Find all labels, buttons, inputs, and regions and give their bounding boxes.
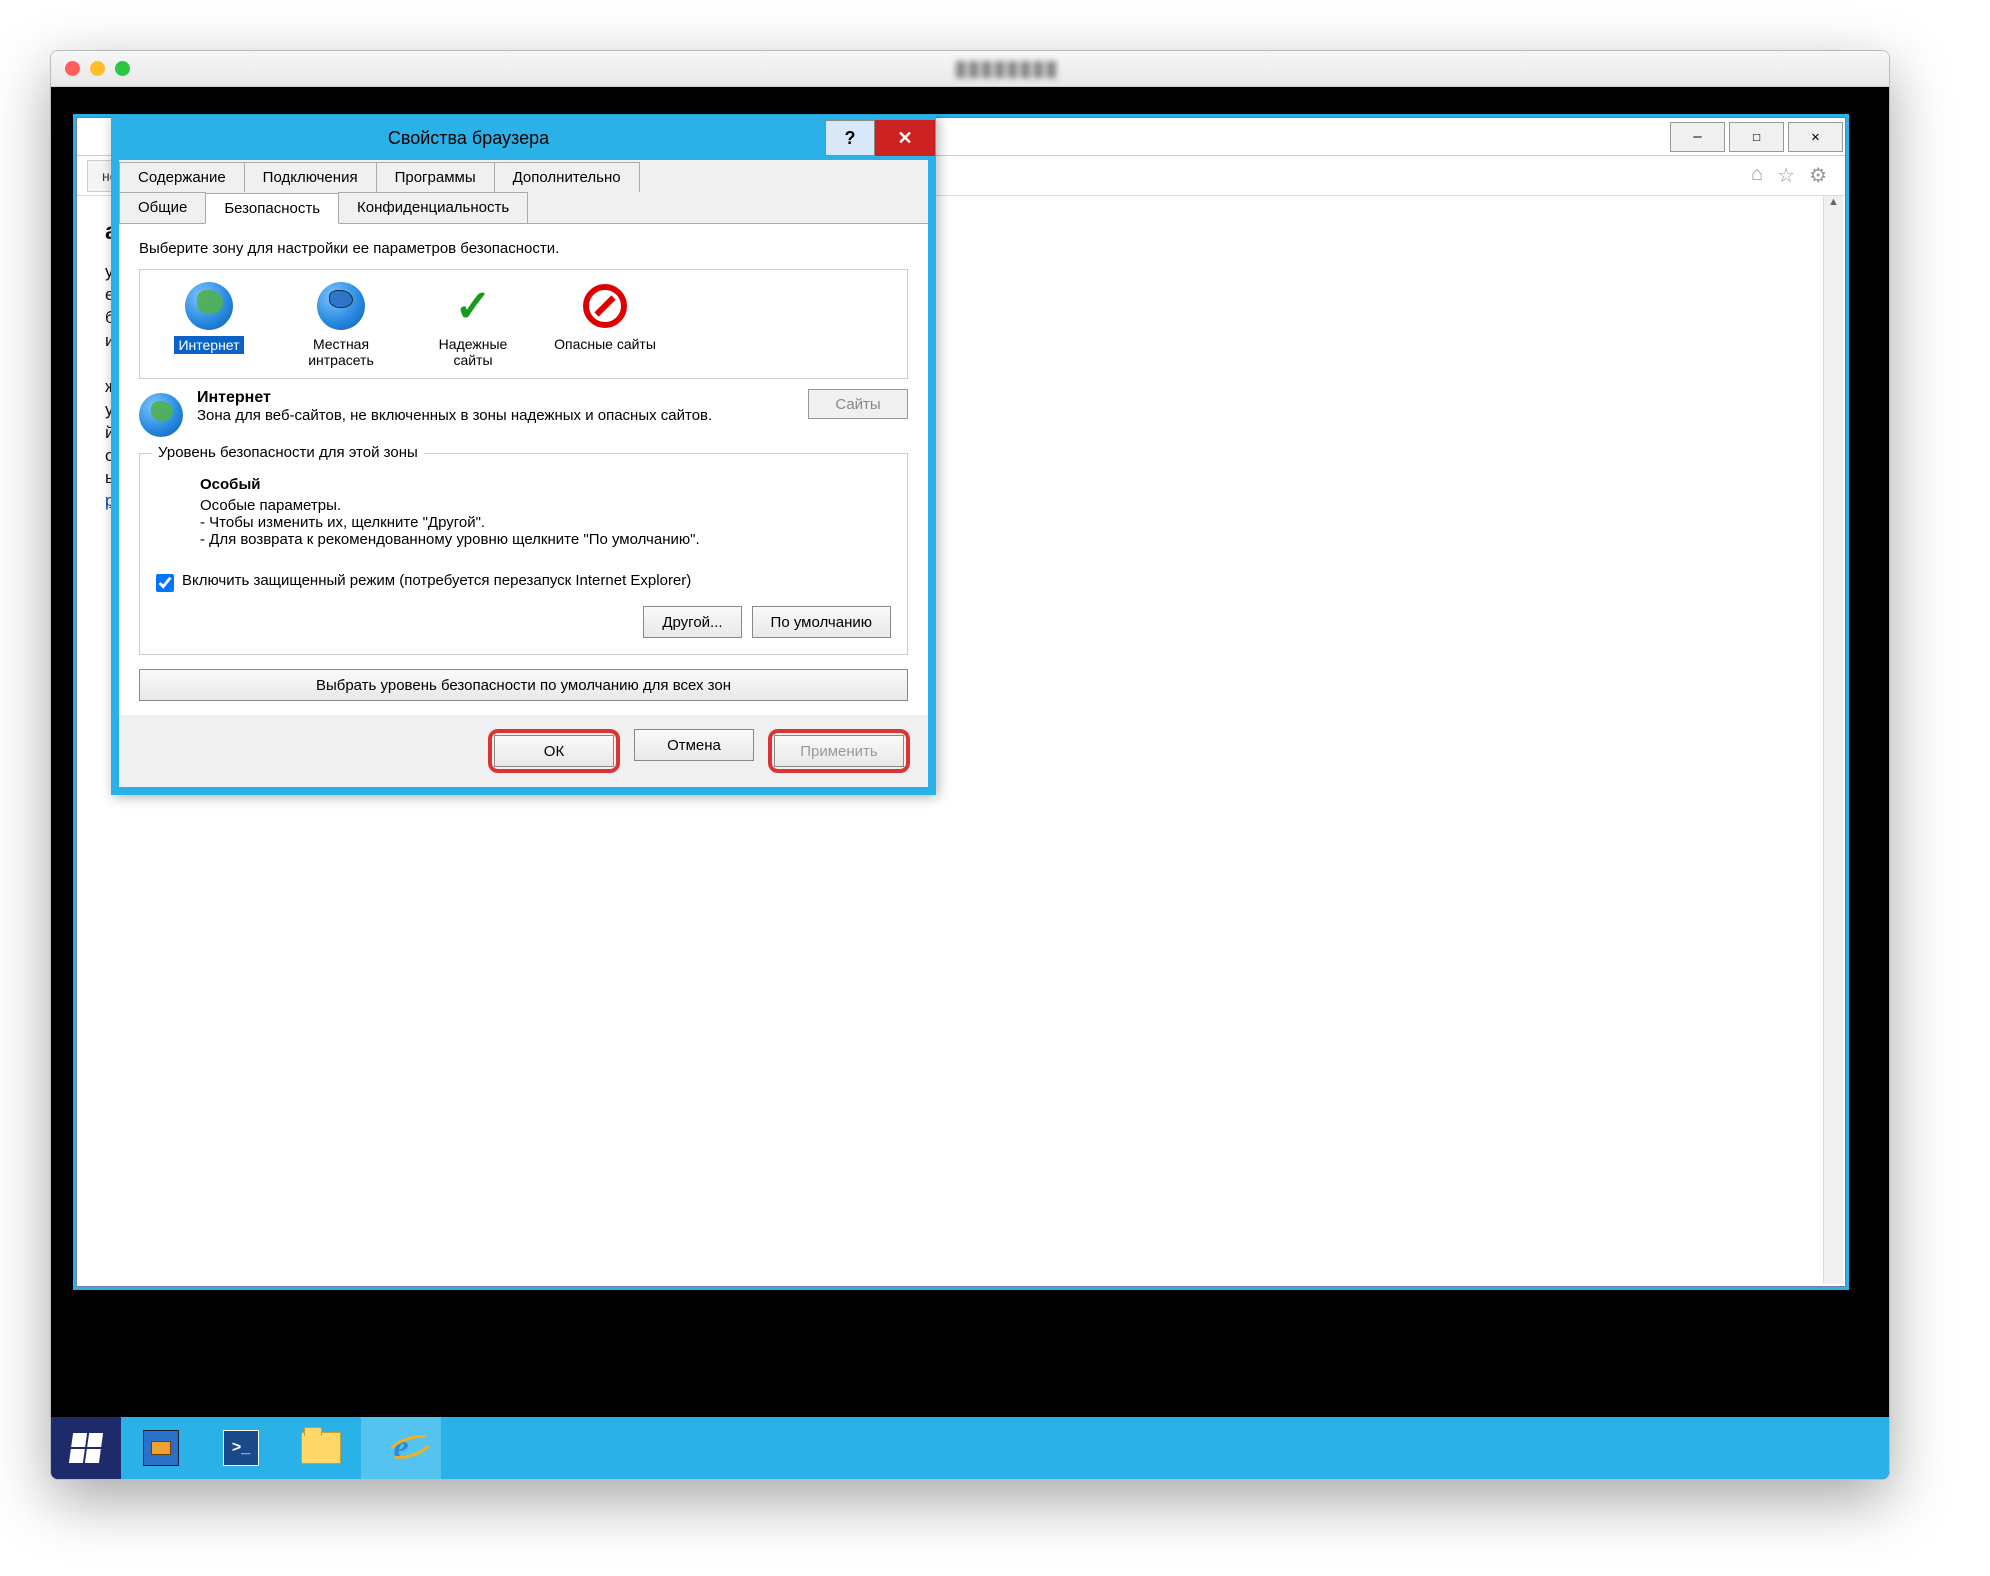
tab-security[interactable]: Безопасность xyxy=(205,193,339,224)
dialog-tabstrip: Содержание Подключения Программы Дополни… xyxy=(119,160,928,224)
favorites-icon[interactable]: ☆ xyxy=(1777,163,1795,188)
folder-icon xyxy=(301,1432,341,1464)
ok-button[interactable]: ОК xyxy=(494,735,614,767)
mac-close-icon[interactable] xyxy=(65,61,80,76)
zone-internet[interactable]: Интернет xyxy=(154,280,264,368)
mac-minimize-icon[interactable] xyxy=(90,61,105,76)
security-level-block: Особый Особые параметры. - Чтобы изменит… xyxy=(156,468,891,562)
home-icon[interactable]: ⌂ xyxy=(1751,163,1763,188)
reset-all-zones-button[interactable]: Выбрать уровень безопасности по умолчани… xyxy=(139,669,908,701)
taskbar-server-manager[interactable] xyxy=(121,1417,201,1479)
dialog-title: Свойства браузера xyxy=(112,128,825,149)
fieldset-legend: Уровень безопасности для этой зоны xyxy=(152,444,424,461)
zone-intranet[interactable]: Местная интрасеть xyxy=(286,280,396,368)
ie-icon: e xyxy=(393,1429,408,1467)
dialog-footer: ОК Отмена Применить xyxy=(119,715,928,787)
mac-titlebar: ████████ xyxy=(51,51,1889,87)
ie-close-button[interactable]: ✕ xyxy=(1788,122,1843,152)
start-button[interactable] xyxy=(51,1417,121,1479)
taskbar-explorer[interactable] xyxy=(281,1417,361,1479)
dialog-titlebar[interactable]: Свойства браузера ? ✕ xyxy=(112,116,935,160)
globe-icon xyxy=(185,282,233,330)
zone-label: Местная интрасеть xyxy=(308,336,374,368)
remote-desktop: — ☐ ✕ ной... × ⌂ ☆ ⚙ асности Internet Ex… xyxy=(51,87,1889,1479)
powershell-icon: >_ xyxy=(223,1430,259,1466)
taskbar-ie[interactable]: e xyxy=(361,1417,441,1479)
gear-icon[interactable]: ⚙ xyxy=(1809,163,1827,188)
tab-general[interactable]: Общие xyxy=(119,192,206,223)
ie-tools: ⌂ ☆ ⚙ xyxy=(1751,163,1835,188)
protected-mode-label: Включить защищенный режим (потребуется п… xyxy=(182,572,691,589)
zone-label: Интернет xyxy=(174,336,243,354)
intranet-icon xyxy=(317,282,365,330)
noentry-icon xyxy=(583,284,627,328)
zone-desc-text: Зона для веб-сайтов, не включенных в зон… xyxy=(197,407,794,424)
zone-trusted[interactable]: ✓ Надежные сайты xyxy=(418,280,528,368)
zone-desc-title: Интернет xyxy=(197,389,271,406)
zone-description: Интернет Зона для веб-сайтов, не включен… xyxy=(139,389,908,437)
taskbar: >_ e xyxy=(51,1417,1889,1479)
cancel-button[interactable]: Отмена xyxy=(634,729,754,761)
checkmark-icon: ✓ xyxy=(449,282,497,330)
tab-content[interactable]: Содержание xyxy=(119,162,245,192)
zone-list: Интернет Местная интрасеть ✓ Надежные са… xyxy=(139,269,908,379)
server-manager-icon xyxy=(143,1430,179,1466)
tab-privacy[interactable]: Конфиденциальность xyxy=(338,192,528,223)
mac-title: ████████ xyxy=(140,61,1875,77)
default-level-button[interactable]: По умолчанию xyxy=(752,606,891,638)
ie-maximize-button[interactable]: ☐ xyxy=(1729,122,1784,152)
security-level-fieldset: Уровень безопасности для этой зоны Особы… xyxy=(139,453,908,655)
tab-advanced[interactable]: Дополнительно xyxy=(494,162,640,192)
zone-label: Опасные сайты xyxy=(554,336,656,352)
zone-label: Надежные сайты xyxy=(439,336,508,368)
tab-programs[interactable]: Программы xyxy=(376,162,495,192)
dialog-body: Выберите зону для настройки ее параметро… xyxy=(119,224,928,715)
mac-window: ████████ — ☐ ✕ ной... × ⌂ ☆ ⚙ xyxy=(50,50,1890,1480)
zone-prompt: Выберите зону для настройки ее параметро… xyxy=(139,240,908,257)
internet-properties-dialog: Свойства браузера ? ✕ Содержание Подключ… xyxy=(111,115,936,795)
dialog-close-button[interactable]: ✕ xyxy=(875,120,935,156)
windows-logo-icon xyxy=(69,1433,103,1463)
scroll-up-icon[interactable]: ▲ xyxy=(1824,196,1843,216)
dialog-help-button[interactable]: ? xyxy=(825,120,875,156)
zone-restricted[interactable]: Опасные сайты xyxy=(550,280,660,368)
custom-level-button[interactable]: Другой... xyxy=(643,606,741,638)
tab-connections[interactable]: Подключения xyxy=(244,162,377,192)
apply-button[interactable]: Применить xyxy=(774,735,904,767)
protected-mode-input[interactable] xyxy=(156,574,174,592)
ie-minimize-button[interactable]: — xyxy=(1670,122,1725,152)
sites-button[interactable]: Сайты xyxy=(808,389,908,419)
ie-scrollbar[interactable]: ▲ xyxy=(1823,196,1843,1284)
protected-mode-checkbox[interactable]: Включить защищенный режим (потребуется п… xyxy=(156,572,891,592)
globe-icon xyxy=(139,393,183,437)
taskbar-powershell[interactable]: >_ xyxy=(201,1417,281,1479)
mac-zoom-icon[interactable] xyxy=(115,61,130,76)
level-name: Особый xyxy=(200,476,881,493)
